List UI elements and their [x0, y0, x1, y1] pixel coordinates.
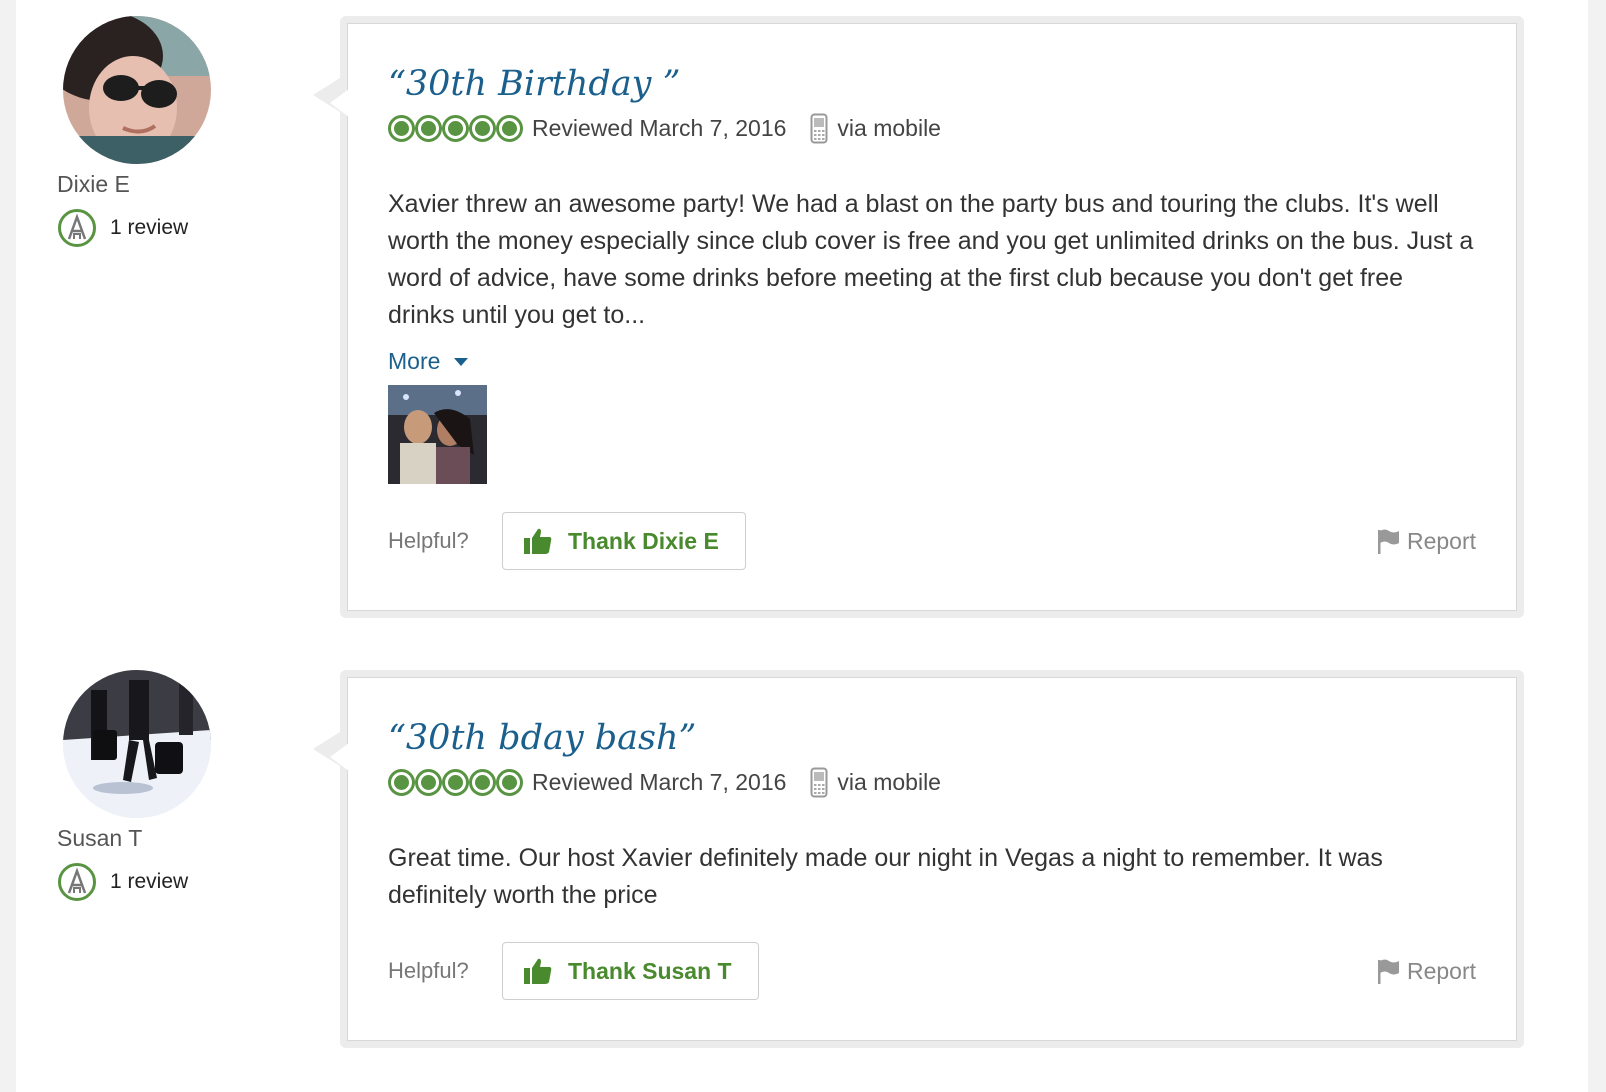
review-date: Reviewed March 7, 2016: [532, 768, 787, 795]
thumbs-up-icon: [524, 528, 552, 554]
review-title[interactable]: “30th Birthday ”: [388, 62, 1476, 106]
review-meta: Reviewed March 7, 2016 via mobile: [388, 766, 1476, 798]
review-count-row: 1 review: [57, 862, 317, 902]
more-label[interactable]: More: [388, 348, 440, 375]
rating-bubbles: [388, 114, 523, 142]
report-button[interactable]: Report: [1375, 957, 1476, 985]
rating-bubble-icon: [442, 768, 469, 796]
card-pointer-inner: [330, 743, 349, 771]
review-text: Xavier threw an awesome party! We had a …: [388, 190, 1474, 329]
reviewer-badge-icon: [58, 209, 96, 247]
review-footer: Helpful? Thank Susan T Report: [388, 942, 1476, 1000]
via-mobile: via mobile: [837, 114, 941, 141]
review-card: “30th Birthday ” Reviewed March 7, 2016: [313, 16, 1524, 618]
card-pointer-inner: [330, 89, 349, 117]
rating-bubbles: [388, 768, 523, 796]
reviewer-badge-icon: [58, 863, 96, 901]
review-meta: Reviewed March 7, 2016 via mobile: [388, 112, 1476, 144]
rating-bubble-icon: [469, 768, 496, 796]
caret-down-icon[interactable]: [454, 357, 469, 366]
review-card: “30th bday bash” Reviewed March 7, 2016: [313, 670, 1524, 1048]
report-button[interactable]: Report: [1375, 527, 1476, 555]
flag-icon: [1377, 529, 1399, 554]
report-label[interactable]: Report: [1407, 958, 1476, 985]
reviews-page: Dixie E 1 review “30th Birthday ” Review…: [16, 0, 1606, 1092]
review-footer: Helpful? Thank Dixie E Report: [388, 512, 1476, 570]
report-label[interactable]: Report: [1407, 528, 1476, 555]
page-gutter: [1588, 0, 1606, 1092]
review-count[interactable]: 1 review: [110, 870, 188, 894]
review-date: Reviewed March 7, 2016: [532, 114, 787, 141]
thank-label[interactable]: Thank Susan T: [568, 958, 732, 985]
more-link[interactable]: More: [388, 348, 1476, 375]
review-title[interactable]: “30th bday bash”: [388, 716, 1476, 760]
member-name[interactable]: Dixie E: [57, 170, 317, 198]
mobile-phone-icon: [810, 113, 828, 143]
rating-bubble-icon: [442, 114, 469, 142]
helpful-label: Helpful?: [388, 958, 469, 983]
rating-bubble-icon: [415, 114, 442, 142]
thank-button[interactable]: Thank Susan T: [502, 942, 759, 1000]
review-count[interactable]: 1 review: [110, 216, 188, 240]
rating-bubble-icon: [415, 768, 442, 796]
flag-icon: [1377, 959, 1399, 984]
thumbs-up-icon: [524, 958, 552, 984]
rating-bubble-icon: [469, 114, 496, 142]
member-info: Susan T 1 review: [57, 670, 317, 902]
rating-bubble-icon: [388, 114, 415, 142]
member-name[interactable]: Susan T: [57, 824, 317, 852]
rating-bubble-icon: [388, 768, 415, 796]
helpful-label: Helpful?: [388, 528, 469, 553]
thank-button[interactable]: Thank Dixie E: [502, 512, 746, 570]
thank-label[interactable]: Thank Dixie E: [568, 528, 719, 555]
via-mobile: via mobile: [837, 768, 941, 795]
avatar[interactable]: [63, 670, 211, 818]
rating-bubble-icon: [496, 768, 523, 796]
review-photo[interactable]: [388, 385, 487, 484]
review-text: Great time. Our host Xavier definitely m…: [388, 844, 1383, 909]
rating-bubble-icon: [496, 114, 523, 142]
member-info: Dixie E 1 review: [57, 16, 317, 248]
review-count-row: 1 review: [57, 208, 317, 248]
mobile-phone-icon: [810, 767, 828, 797]
avatar[interactable]: [63, 16, 211, 164]
